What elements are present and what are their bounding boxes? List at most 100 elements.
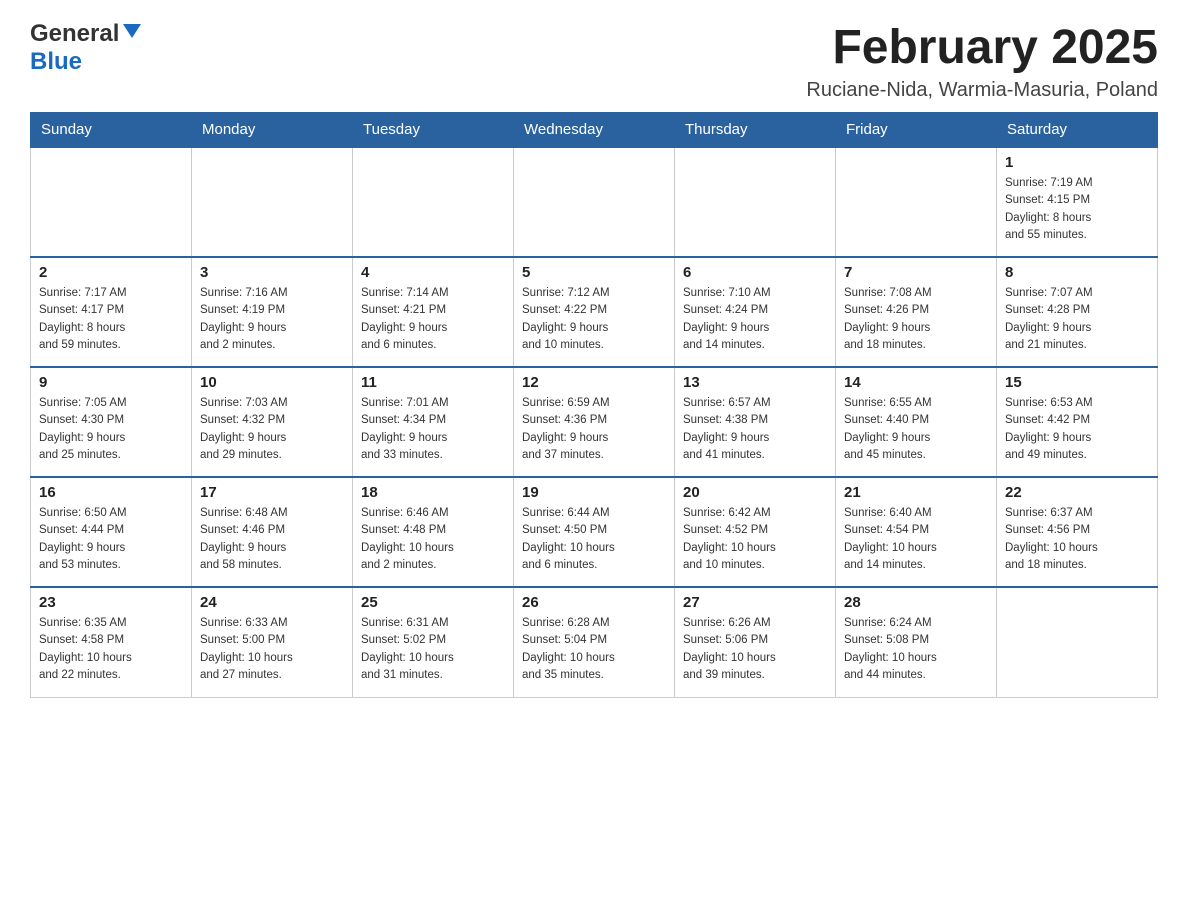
- page-header: General Blue February 2025 Ruciane-Nida,…: [30, 20, 1158, 102]
- calendar-cell: 14 Sunrise: 6:55 AMSunset: 4:40 PMDayligh…: [836, 367, 997, 477]
- weekday-header-saturday: Saturday: [997, 113, 1158, 148]
- day-info: Sunrise: 7:16 AMSunset: 4:19 PMDaylight:…: [200, 285, 344, 354]
- logo-general-text: General: [30, 20, 119, 48]
- day-number: 22: [1005, 484, 1149, 501]
- calendar-cell: 1 Sunrise: 7:19 AMSunset: 4:15 PMDaylight…: [997, 147, 1158, 257]
- day-info: Sunrise: 6:35 AMSunset: 4:58 PMDaylight:…: [39, 615, 183, 684]
- day-number: 11: [361, 374, 505, 391]
- weekday-header-thursday: Thursday: [675, 113, 836, 148]
- calendar-cell: [997, 587, 1158, 697]
- calendar-cell: 19Sunrise: 6:44 AMSunset: 4:50 PMDayligh…: [514, 477, 675, 587]
- day-number: 25: [361, 594, 505, 611]
- weekday-header-monday: Monday: [192, 113, 353, 148]
- day-info: Sunrise: 6:59 AMSunset: 4:36 PMDaylight:…: [522, 395, 666, 464]
- day-number: 2: [39, 264, 183, 281]
- calendar-cell: [192, 147, 353, 257]
- calendar-cell: 18 Sunrise: 6:46 AMSunset: 4:48 PMDayligh…: [353, 477, 514, 587]
- day-number: 4: [361, 264, 505, 281]
- day-number: 9: [39, 374, 183, 391]
- calendar-cell: 6 Sunrise: 7:10 AMSunset: 4:24 PMDaylight…: [675, 257, 836, 367]
- calendar-cell: 13Sunrise: 6:57 AMSunset: 4:38 PMDayligh…: [675, 367, 836, 477]
- day-info: Sunrise: 7:17 AMSunset: 4:17 PMDaylight:…: [39, 285, 183, 354]
- day-number: 27: [683, 594, 827, 611]
- calendar-cell: 15 Sunrise: 6:53 AMSunset: 4:42 PMDayligh…: [997, 367, 1158, 477]
- day-info: Sunrise: 7:14 AMSunset: 4:21 PMDaylight:…: [361, 285, 505, 354]
- calendar-week-1: 2 Sunrise: 7:17 AMSunset: 4:17 PMDaylight…: [31, 257, 1158, 367]
- calendar-cell: 25 Sunrise: 6:31 AMSunset: 5:02 PMDayligh…: [353, 587, 514, 697]
- month-title: February 2025: [806, 20, 1158, 75]
- day-info: Sunrise: 6:26 AMSunset: 5:06 PMDaylight:…: [683, 615, 827, 684]
- calendar-cell: [353, 147, 514, 257]
- day-number: 21: [844, 484, 988, 501]
- weekday-header-tuesday: Tuesday: [353, 113, 514, 148]
- day-number: 6: [683, 264, 827, 281]
- calendar-cell: 20 Sunrise: 6:42 AMSunset: 4:52 PMDayligh…: [675, 477, 836, 587]
- day-number: 14: [844, 374, 988, 391]
- calendar-week-0: 1 Sunrise: 7:19 AMSunset: 4:15 PMDaylight…: [31, 147, 1158, 257]
- location-title: Ruciane-Nida, Warmia-Masuria, Poland: [806, 79, 1158, 102]
- calendar-cell: 7 Sunrise: 7:08 AMSunset: 4:26 PMDaylight…: [836, 257, 997, 367]
- day-number: 3: [200, 264, 344, 281]
- day-info: Sunrise: 6:50 AMSunset: 4:44 PMDaylight:…: [39, 505, 183, 574]
- day-info: Sunrise: 7:03 AMSunset: 4:32 PMDaylight:…: [200, 395, 344, 464]
- calendar-cell: [514, 147, 675, 257]
- day-info: Sunrise: 6:55 AMSunset: 4:40 PMDaylight:…: [844, 395, 988, 464]
- day-info: Sunrise: 7:10 AMSunset: 4:24 PMDaylight:…: [683, 285, 827, 354]
- calendar-cell: 26Sunrise: 6:28 AMSunset: 5:04 PMDayligh…: [514, 587, 675, 697]
- day-number: 10: [200, 374, 344, 391]
- calendar-cell: [836, 147, 997, 257]
- calendar-cell: 4 Sunrise: 7:14 AMSunset: 4:21 PMDaylight…: [353, 257, 514, 367]
- calendar-cell: 17 Sunrise: 6:48 AMSunset: 4:46 PMDayligh…: [192, 477, 353, 587]
- day-info: Sunrise: 6:46 AMSunset: 4:48 PMDaylight:…: [361, 505, 505, 574]
- day-info: Sunrise: 6:48 AMSunset: 4:46 PMDaylight:…: [200, 505, 344, 574]
- day-number: 18: [361, 484, 505, 501]
- day-number: 20: [683, 484, 827, 501]
- calendar-cell: 3 Sunrise: 7:16 AMSunset: 4:19 PMDaylight…: [192, 257, 353, 367]
- weekday-header-sunday: Sunday: [31, 113, 192, 148]
- day-info: Sunrise: 7:07 AMSunset: 4:28 PMDaylight:…: [1005, 285, 1149, 354]
- day-number: 5: [522, 264, 666, 281]
- day-number: 17: [200, 484, 344, 501]
- day-number: 23: [39, 594, 183, 611]
- calendar-cell: 28 Sunrise: 6:24 AMSunset: 5:08 PMDayligh…: [836, 587, 997, 697]
- day-number: 19: [522, 484, 666, 501]
- calendar-cell: 22 Sunrise: 6:37 AMSunset: 4:56 PMDayligh…: [997, 477, 1158, 587]
- day-number: 7: [844, 264, 988, 281]
- calendar-cell: 24Sunrise: 6:33 AMSunset: 5:00 PMDayligh…: [192, 587, 353, 697]
- day-info: Sunrise: 7:08 AMSunset: 4:26 PMDaylight:…: [844, 285, 988, 354]
- day-info: Sunrise: 6:31 AMSunset: 5:02 PMDaylight:…: [361, 615, 505, 684]
- calendar-cell: 11 Sunrise: 7:01 AMSunset: 4:34 PMDayligh…: [353, 367, 514, 477]
- day-info: Sunrise: 6:42 AMSunset: 4:52 PMDaylight:…: [683, 505, 827, 574]
- calendar-cell: 9 Sunrise: 7:05 AMSunset: 4:30 PMDaylight…: [31, 367, 192, 477]
- day-info: Sunrise: 6:24 AMSunset: 5:08 PMDaylight:…: [844, 615, 988, 684]
- calendar-cell: 5 Sunrise: 7:12 AMSunset: 4:22 PMDaylight…: [514, 257, 675, 367]
- day-info: Sunrise: 6:53 AMSunset: 4:42 PMDaylight:…: [1005, 395, 1149, 464]
- weekday-header-row: SundayMondayTuesdayWednesdayThursdayFrid…: [31, 113, 1158, 148]
- calendar-table: SundayMondayTuesdayWednesdayThursdayFrid…: [30, 112, 1158, 698]
- calendar-week-2: 9 Sunrise: 7:05 AMSunset: 4:30 PMDaylight…: [31, 367, 1158, 477]
- day-number: 16: [39, 484, 183, 501]
- day-number: 15: [1005, 374, 1149, 391]
- day-info: Sunrise: 7:12 AMSunset: 4:22 PMDaylight:…: [522, 285, 666, 354]
- calendar-cell: 21Sunrise: 6:40 AMSunset: 4:54 PMDayligh…: [836, 477, 997, 587]
- calendar-cell: 8 Sunrise: 7:07 AMSunset: 4:28 PMDaylight…: [997, 257, 1158, 367]
- calendar-cell: [31, 147, 192, 257]
- calendar-week-4: 23 Sunrise: 6:35 AMSunset: 4:58 PMDayligh…: [31, 587, 1158, 697]
- calendar-week-3: 16 Sunrise: 6:50 AMSunset: 4:44 PMDayligh…: [31, 477, 1158, 587]
- day-number: 1: [1005, 154, 1149, 171]
- calendar-cell: 16 Sunrise: 6:50 AMSunset: 4:44 PMDayligh…: [31, 477, 192, 587]
- calendar-cell: 27 Sunrise: 6:26 AMSunset: 5:06 PMDayligh…: [675, 587, 836, 697]
- day-info: Sunrise: 7:19 AMSunset: 4:15 PMDaylight:…: [1005, 175, 1149, 244]
- day-info: Sunrise: 7:05 AMSunset: 4:30 PMDaylight:…: [39, 395, 183, 464]
- calendar-cell: 10 Sunrise: 7:03 AMSunset: 4:32 PMDayligh…: [192, 367, 353, 477]
- day-info: Sunrise: 6:37 AMSunset: 4:56 PMDaylight:…: [1005, 505, 1149, 574]
- calendar-cell: 12Sunrise: 6:59 AMSunset: 4:36 PMDayligh…: [514, 367, 675, 477]
- weekday-header-friday: Friday: [836, 113, 997, 148]
- day-info: Sunrise: 6:33 AMSunset: 5:00 PMDaylight:…: [200, 615, 344, 684]
- logo: General Blue: [30, 20, 141, 76]
- title-section: February 2025 Ruciane-Nida, Warmia-Masur…: [806, 20, 1158, 102]
- day-info: Sunrise: 7:01 AMSunset: 4:34 PMDaylight:…: [361, 395, 505, 464]
- day-number: 28: [844, 594, 988, 611]
- day-number: 8: [1005, 264, 1149, 281]
- day-number: 26: [522, 594, 666, 611]
